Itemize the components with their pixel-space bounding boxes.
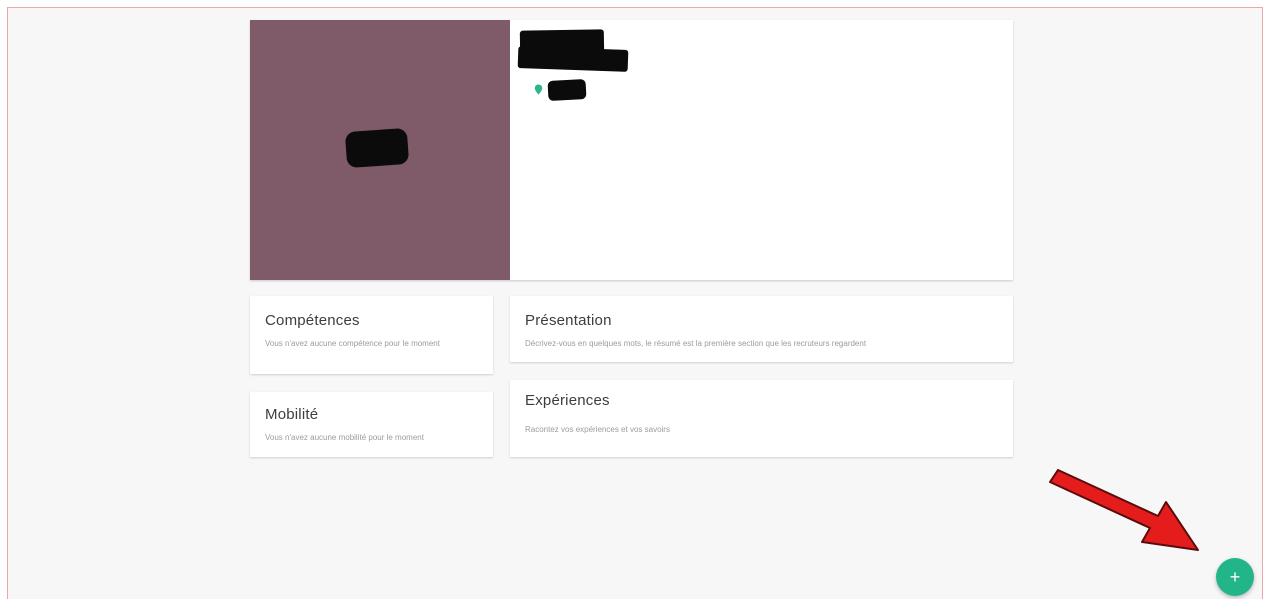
plus-icon: + — [1229, 567, 1241, 587]
redacted-profile-name-line — [517, 46, 629, 72]
redacted-avatar-initials — [344, 127, 410, 169]
experiences-card[interactable]: Expériences Racontez vos expériences et … — [510, 380, 1013, 457]
presentation-title: Présentation — [525, 312, 612, 329]
competences-description: Vous n'avez aucune compétence pour le mo… — [265, 339, 440, 348]
red-arrow-annotation — [1049, 469, 1199, 551]
location-pin-icon — [534, 84, 543, 95]
mobilite-description: Vous n'avez aucune mobilité pour le mome… — [265, 433, 424, 442]
add-fab-button[interactable]: + — [1216, 558, 1254, 596]
mobilite-title: Mobilité — [265, 406, 319, 423]
presentation-card[interactable]: Présentation Décrivez-vous en quelques m… — [510, 296, 1013, 362]
redacted-location — [547, 79, 587, 101]
competences-card[interactable]: Compétences Vous n'avez aucune compétenc… — [250, 296, 493, 374]
experiences-description: Racontez vos expériences et vos savoirs — [525, 425, 670, 434]
avatar — [250, 20, 510, 280]
presentation-description: Décrivez-vous en quelques mots, le résum… — [525, 339, 867, 348]
profile-header — [250, 20, 1013, 280]
experiences-title: Expériences — [525, 392, 610, 409]
competences-title: Compétences — [265, 312, 360, 329]
mobilite-card[interactable]: Mobilité Vous n'avez aucune mobilité pou… — [250, 392, 493, 457]
